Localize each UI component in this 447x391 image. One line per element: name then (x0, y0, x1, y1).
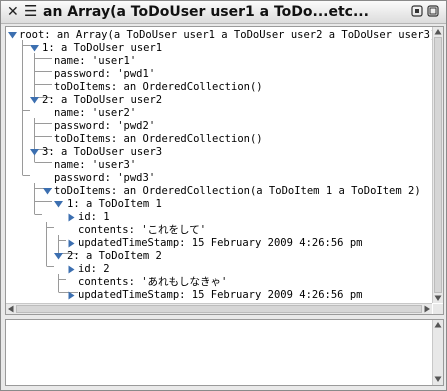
tree-node[interactable]: 1: a ToDoItem 1 (67, 198, 162, 211)
collapsed-triangle-icon[interactable] (67, 265, 76, 274)
tree-node[interactable]: contents: 'あれもしなきゃ' (78, 276, 227, 289)
tree-node[interactable]: password: 'pwd3' (54, 172, 155, 185)
tree-node[interactable]: root: an Array(a ToDoUser user1 a ToDoUs… (19, 29, 432, 42)
expanded-triangle-icon[interactable] (54, 200, 63, 209)
tree-node[interactable]: 1: a ToDoUser user1 (42, 42, 162, 55)
collapse-window-icon[interactable] (411, 5, 423, 17)
scroll-right-arrow-icon[interactable] (422, 304, 432, 314)
tree-vertical-scrollbar[interactable] (432, 27, 443, 303)
tree-node[interactable]: password: 'pwd1' (54, 68, 155, 81)
expand-window-icon[interactable] (427, 5, 439, 17)
window-menu-icon[interactable]: ☰ (24, 3, 37, 19)
close-icon[interactable]: ✕ (7, 4, 19, 20)
object-tree: root: an Array(a ToDoUser user1 a ToDoUs… (6, 27, 432, 303)
tree-node[interactable]: password: 'pwd2' (54, 120, 155, 133)
tree-node[interactable]: updatedTimeStamp: 15 February 2009 4:26:… (78, 237, 362, 250)
text-scroll-up-arrow-icon[interactable] (433, 320, 443, 330)
collapsed-triangle-icon[interactable] (67, 239, 76, 248)
tree-node[interactable]: toDoItems: an OrderedCollection() (54, 133, 263, 146)
scrollbar-corner (433, 304, 443, 314)
tree-node[interactable]: toDoItems: an OrderedCollection(a ToDoIt… (54, 185, 421, 198)
expanded-triangle-icon[interactable] (8, 31, 17, 40)
scroll-up-arrow-icon[interactable] (433, 27, 443, 37)
collapsed-triangle-icon[interactable] (67, 213, 76, 222)
evaluator-text-pane[interactable] (5, 319, 444, 386)
tree-node[interactable]: 2: a ToDoUser user2 (42, 94, 162, 107)
inspector-window: ✕ ☰ an Array(a ToDoUser user1 a ToDo...e… (0, 0, 447, 391)
tree-node[interactable]: id: 2 (78, 263, 110, 276)
tree-node[interactable]: 2: a ToDoItem 2 (67, 250, 162, 263)
title-bar[interactable]: ✕ ☰ an Array(a ToDoUser user1 a ToDo...e… (1, 1, 446, 24)
expanded-triangle-icon[interactable] (30, 96, 39, 105)
tree-node[interactable]: contents: 'これをして' (78, 224, 206, 237)
tree-node[interactable]: name: 'user3' (54, 159, 136, 172)
tree-node[interactable]: id: 1 (78, 211, 110, 224)
tree-node[interactable]: name: 'user2' (54, 107, 136, 120)
scroll-left-arrow-icon[interactable] (6, 304, 16, 314)
text-pane-vertical-scrollbar[interactable] (432, 320, 443, 385)
expanded-triangle-icon[interactable] (30, 148, 39, 157)
collapsed-triangle-icon[interactable] (67, 291, 76, 300)
tree-node[interactable]: name: 'user1' (54, 55, 136, 68)
expanded-triangle-icon[interactable] (54, 252, 63, 261)
object-tree-pane[interactable]: root: an Array(a ToDoUser user1 a ToDoUs… (5, 26, 444, 315)
expanded-triangle-icon[interactable] (43, 187, 52, 196)
scroll-down-arrow-icon[interactable] (433, 293, 443, 303)
text-scroll-down-arrow-icon[interactable] (433, 374, 443, 384)
window-title: an Array(a ToDoUser user1 a ToDo...etc..… (43, 4, 369, 20)
tree-node[interactable]: 3: a ToDoUser user3 (42, 146, 162, 159)
tree-node[interactable]: toDoItems: an OrderedCollection() (54, 81, 263, 94)
expanded-triangle-icon[interactable] (30, 44, 39, 53)
tree-horizontal-scrollbar[interactable] (6, 303, 432, 314)
tree-vertical-scroll-thumb[interactable] (434, 37, 442, 293)
tree-node[interactable]: updatedTimeStamp: 15 February 2009 4:26:… (78, 289, 362, 302)
tree-horizontal-scroll-thumb[interactable] (16, 305, 422, 313)
